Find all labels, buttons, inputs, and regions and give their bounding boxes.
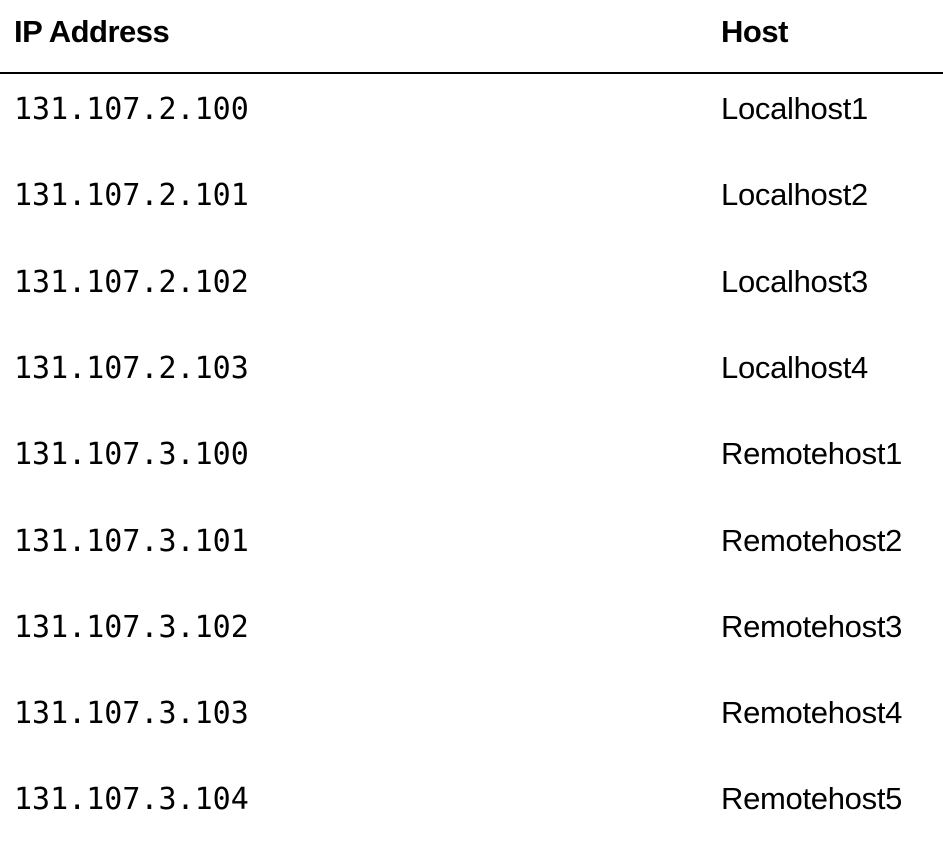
- table-row: 131.107.3.100 Remotehost1: [0, 419, 943, 505]
- table-row: 131.107.2.100 Localhost1: [0, 74, 943, 160]
- table-header: IP Address Host: [0, 0, 943, 74]
- ip-address-cell: 131.107.2.102: [14, 264, 249, 300]
- table-row: 131.107.2.103 Localhost4: [0, 333, 943, 419]
- ip-address-cell: 131.107.3.104: [14, 782, 249, 818]
- host-cell: Localhost3: [721, 263, 868, 299]
- table-row: 131.107.3.103 Remotehost4: [0, 678, 943, 764]
- table-row: 131.107.2.101 Localhost2: [0, 160, 943, 246]
- header-host: Host: [721, 14, 788, 49]
- table-row: 131.107.2.102 Localhost3: [0, 247, 943, 333]
- ip-address-cell: 131.107.3.101: [14, 523, 249, 559]
- host-cell: Localhost2: [721, 177, 868, 213]
- table-row: 131.107.3.101 Remotehost2: [0, 506, 943, 592]
- table-row: 131.107.3.102 Remotehost3: [0, 592, 943, 678]
- header-ip-address: IP Address: [14, 14, 170, 49]
- ip-address-cell: 131.107.2.100: [14, 92, 249, 127]
- host-cell: Remotehost3: [721, 608, 903, 644]
- table-row: 131.107.3.104 Remotehost5: [0, 764, 943, 850]
- host-cell: Remotehost1: [721, 436, 903, 472]
- host-cell: Remotehost2: [721, 522, 903, 558]
- host-cell: Localhost4: [721, 349, 868, 385]
- host-cell: Remotehost4: [721, 695, 903, 731]
- ip-address-cell: 131.107.3.102: [14, 609, 249, 645]
- ip-address-cell: 131.107.2.103: [14, 350, 249, 386]
- host-cell: Localhost1: [721, 91, 868, 126]
- ip-address-cell: 131.107.2.101: [14, 178, 249, 214]
- ip-address-cell: 131.107.3.100: [14, 437, 249, 473]
- ip-address-cell: 131.107.3.103: [14, 696, 249, 732]
- host-cell: Remotehost5: [721, 781, 903, 817]
